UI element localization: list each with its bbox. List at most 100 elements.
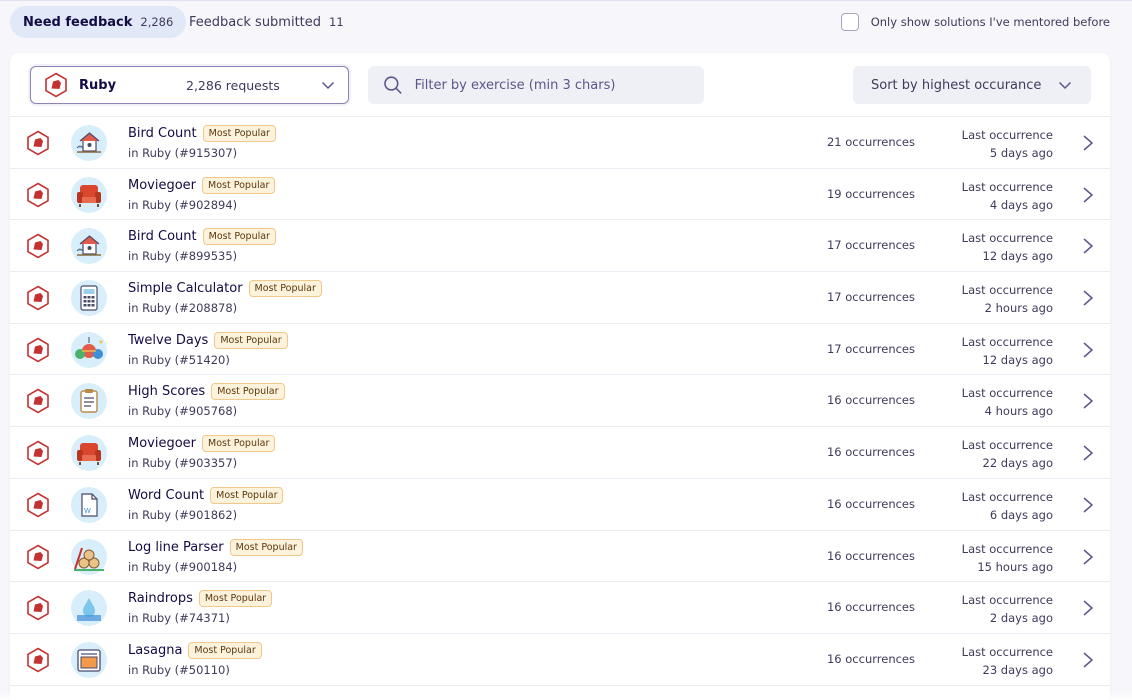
exercise-title: Moviegoer — [128, 436, 197, 452]
request-row[interactable]: High Scores Most Popular in Ruby (#905768)… — [10, 375, 1110, 428]
last-occurrence-label: Last occurrence — [961, 179, 1053, 194]
chevron-right-icon[interactable] — [1081, 444, 1095, 462]
request-row[interactable]: Twelve Days Most Popular in Ruby (#51420) 1… — [10, 324, 1110, 376]
request-row[interactable]: Moviegoer Most Popular in Ruby (#903357) 16… — [10, 427, 1110, 479]
last-occurrence: Last occurrence 4 days ago — [910, 178, 1053, 214]
birdhouse-icon — [71, 228, 107, 265]
row-title-line: Word Count Most Popular — [128, 486, 284, 504]
exercise-title: Lasagna — [128, 642, 183, 658]
last-occurrence-label: Last occurrence — [961, 386, 1053, 401]
most-popular-badge: Most Popular — [248, 280, 322, 298]
mentored-label: Only show solutions I've mentored before — [870, 15, 1110, 29]
request-list: Bird Count Most Popular in Ruby (#915307) 2… — [10, 117, 1110, 686]
search-input[interactable] — [414, 77, 689, 93]
chevron-right-icon[interactable] — [1081, 392, 1095, 410]
request-row[interactable]: Raindrops Most Popular in Ruby (#74371) 16 … — [10, 582, 1110, 634]
track-select[interactable]: Ruby 2,286 requests — [30, 66, 349, 104]
most-popular-badge: Most Popular — [214, 331, 288, 349]
chevron-right-icon[interactable] — [1081, 237, 1095, 255]
chevron-down-icon — [1058, 81, 1072, 90]
last-occurrence: Last occurrence 12 days ago — [910, 229, 1053, 265]
sort-select[interactable]: Sort by highest occurance — [853, 66, 1091, 104]
mentored-filter[interactable]: Only show solutions I've mentored before — [840, 13, 1110, 31]
ruby-icon — [25, 130, 51, 156]
birdhouse-icon — [71, 125, 107, 161]
row-title-line: Moviegoer Most Popular — [128, 435, 276, 453]
last-occurrence: Last occurrence 2 days ago — [910, 591, 1053, 627]
exercise-title: Simple Calculator — [128, 281, 243, 297]
search-field[interactable] — [368, 66, 704, 104]
row-title-line: Moviegoer Most Popular — [128, 176, 276, 194]
occurrence-count: 17 occurrences — [826, 238, 915, 253]
exercise-subtitle: in Ruby (#905768) — [128, 404, 238, 419]
last-occurrence-label: Last occurrence — [961, 593, 1053, 608]
request-row[interactable]: Bird Count Most Popular in Ruby (#915307) 2… — [10, 117, 1110, 169]
filter-bar: Ruby 2,286 requests Sort by highest occu… — [10, 53, 1110, 117]
track-name: Ruby — [79, 77, 117, 93]
tab-feedback-submitted[interactable]: Feedback submitted 11 — [176, 6, 357, 38]
armchair-icon — [71, 176, 107, 213]
occurrence-count: 16 occurrences — [826, 496, 915, 511]
request-row[interactable]: W Word Count Most Popular in Ruby (#901862)… — [10, 479, 1110, 531]
exercise-subtitle: in Ruby (#899535) — [128, 249, 238, 264]
exercise-subtitle: in Ruby (#50110) — [128, 662, 230, 677]
exercise-subtitle: in Ruby (#915307) — [128, 146, 238, 160]
row-title-line: Raindrops Most Popular — [128, 590, 273, 608]
request-row[interactable]: Simple Calculator Most Popular in Ruby (#2… — [10, 272, 1110, 324]
occurrence-count: 19 occurrences — [826, 186, 915, 201]
exercise-subtitle: in Ruby (#901862) — [128, 507, 238, 522]
tab-need-feedback[interactable]: Need feedback 2,286 — [10, 6, 187, 38]
chevron-right-icon[interactable] — [1081, 548, 1095, 566]
ruby-icon — [25, 492, 51, 518]
exercise-title: Bird Count — [128, 229, 197, 245]
track-requests: 2,286 requests — [186, 77, 280, 93]
chevron-right-icon[interactable] — [1081, 289, 1095, 307]
last-occurrence-time: 4 days ago — [989, 197, 1053, 212]
ruby-icon — [25, 544, 51, 570]
most-popular-badge: Most Popular — [229, 538, 303, 556]
scroll-fade — [0, 690, 1132, 700]
most-popular-badge: Most Popular — [202, 125, 276, 142]
exercise-subtitle: in Ruby (#903357) — [128, 456, 238, 471]
ruby-icon — [25, 595, 51, 621]
request-row[interactable]: Moviegoer Most Popular in Ruby (#902894) 19… — [10, 169, 1110, 221]
request-row[interactable]: Bird Count Most Popular in Ruby (#899535) 1… — [10, 220, 1110, 273]
oven-icon — [71, 641, 107, 678]
ruby-icon — [25, 285, 51, 311]
exercise-subtitle: in Ruby (#208878) — [128, 301, 238, 316]
last-occurrence-label: Last occurrence — [961, 541, 1053, 556]
exercise-subtitle: in Ruby (#74371) — [128, 611, 230, 626]
last-occurrence-time: 2 hours ago — [984, 301, 1053, 316]
last-occurrence-time: 23 days ago — [982, 662, 1053, 677]
last-occurrence-label: Last occurrence — [961, 283, 1053, 298]
ornaments-icon — [71, 331, 107, 368]
request-row[interactable]: Lasagna Most Popular in Ruby (#50110) 16 oc… — [10, 634, 1110, 686]
chevron-right-icon[interactable] — [1081, 496, 1095, 514]
most-popular-badge: Most Popular — [188, 641, 262, 659]
calculator-icon — [71, 280, 107, 317]
row-title-line: Simple Calculator Most Popular — [128, 280, 322, 298]
svg-text:W: W — [84, 507, 91, 515]
request-row[interactable]: Log line Parser Most Popular in Ruby (#900… — [10, 531, 1110, 583]
last-occurrence-label: Last occurrence — [961, 231, 1053, 246]
most-popular-badge: Most Popular — [202, 176, 276, 194]
occurrence-count: 16 occurrences — [826, 600, 915, 615]
chevron-right-icon[interactable] — [1081, 134, 1095, 152]
ruby-icon — [45, 72, 67, 98]
chevron-down-icon — [321, 81, 335, 90]
top-tabs-bar: Need feedback 2,286 Feedback submitted 1… — [0, 0, 1132, 43]
clipboard-icon — [71, 383, 107, 420]
mentored-checkbox[interactable] — [840, 13, 859, 31]
chevron-right-icon[interactable] — [1081, 651, 1095, 669]
occurrence-count: 16 occurrences — [826, 445, 915, 460]
ruby-icon — [25, 233, 51, 259]
chevron-right-icon[interactable] — [1081, 341, 1095, 359]
exercise-title: Bird Count — [128, 126, 197, 141]
most-popular-badge: Most Popular — [211, 383, 285, 401]
last-occurrence: Last occurrence 15 hours ago — [910, 540, 1053, 576]
last-occurrence-label: Last occurrence — [961, 438, 1053, 453]
chevron-right-icon[interactable] — [1081, 186, 1095, 204]
chevron-right-icon[interactable] — [1081, 599, 1095, 617]
requests-panel: Ruby 2,286 requests Sort by highest occu… — [10, 53, 1110, 700]
last-occurrence-label: Last occurrence — [961, 334, 1053, 349]
